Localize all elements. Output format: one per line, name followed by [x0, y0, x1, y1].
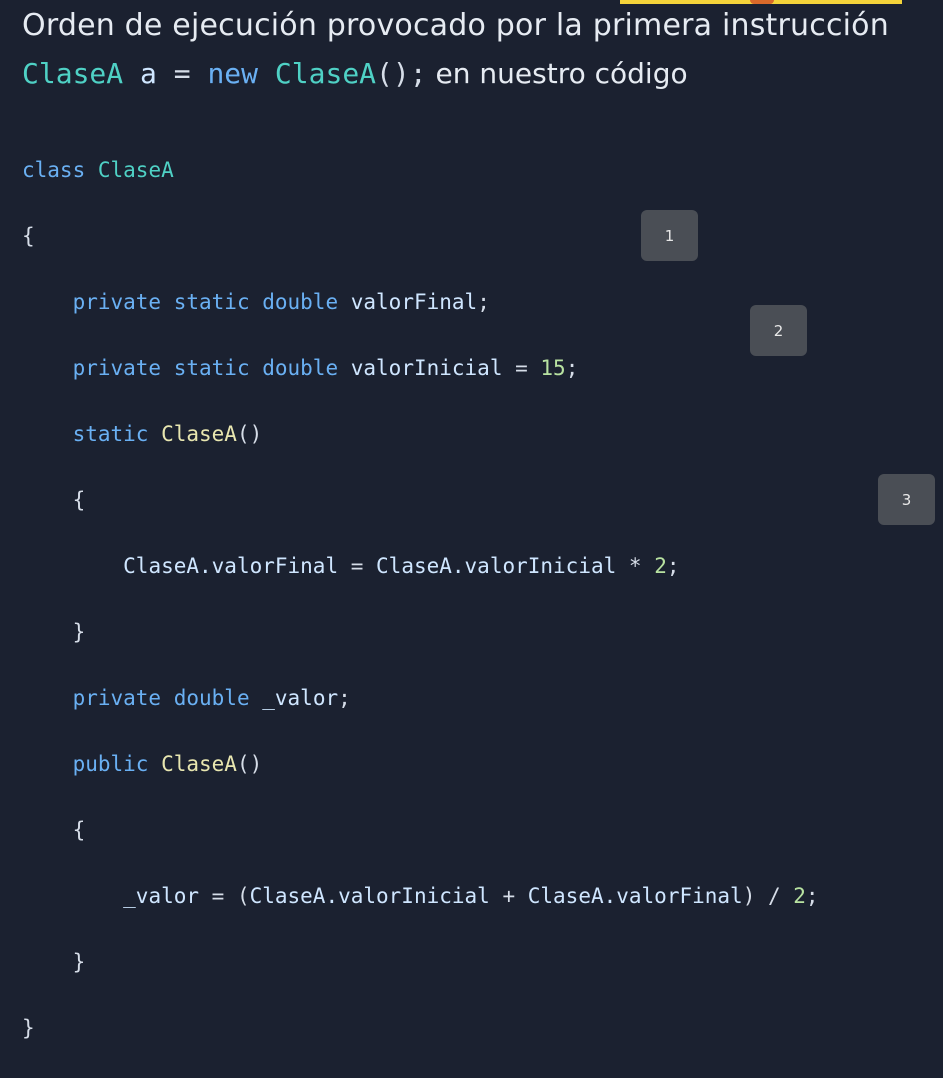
identifier: _valor [262, 686, 339, 710]
punct: ; [666, 554, 680, 578]
subtitle-code-var: a [140, 57, 157, 90]
subtitle-code-eq: = [173, 57, 191, 90]
top-image-strip [620, 0, 902, 4]
punct: ; [805, 884, 819, 908]
code-line-3: private static double valorFinal; [22, 286, 819, 319]
brace: { [72, 818, 86, 842]
code-block: class ClaseA { private static double val… [22, 121, 819, 1078]
punct: ; [338, 686, 351, 710]
code-line-7: ClaseA.valorFinal = ClaseA.valorInicial … [22, 550, 819, 583]
identifier: ClaseA.valorInicial [376, 554, 617, 578]
code-line-14: } [22, 1012, 819, 1045]
subtitle-code-type: ClaseA [22, 57, 124, 90]
code-line-4: private static double valorInicial = 15; [22, 352, 819, 385]
punct: () [236, 422, 263, 446]
number: 15 [540, 356, 566, 380]
code-line-2: { [22, 220, 819, 253]
brace: { [22, 224, 35, 248]
operator: = [338, 554, 377, 578]
step-badge-2: 2 [750, 305, 807, 356]
keyword: class [22, 158, 86, 182]
function-name: ClaseA [161, 752, 237, 776]
identifier: ClaseA.valorInicial [249, 884, 490, 908]
brace: } [22, 1016, 35, 1040]
identifier: _valor [123, 884, 200, 908]
operator: ) / [742, 884, 794, 908]
code-line-8: } [22, 616, 819, 649]
punct: ; [477, 290, 490, 314]
punct: () [236, 752, 263, 776]
operator: * [616, 554, 655, 578]
operator: + [489, 884, 528, 908]
code-line-13: } [22, 946, 819, 979]
step-badge-3: 3 [878, 474, 935, 525]
number: 2 [654, 554, 667, 578]
keyword: private double [72, 686, 250, 710]
code-line-5: static ClaseA() [22, 418, 819, 451]
class-name: ClaseA [97, 158, 174, 182]
operator: = [502, 356, 541, 380]
identifier: valorFinal [350, 290, 478, 314]
number: 2 [793, 884, 806, 908]
image-fragment [750, 0, 774, 4]
code-line-10: public ClaseA() [22, 748, 819, 781]
code-line-6: { [22, 484, 819, 517]
subtitle-text: en nuestro código [435, 57, 688, 90]
code-line-9: private double _valor; [22, 682, 819, 715]
brace: } [72, 620, 86, 644]
identifier: ClaseA.valorFinal [527, 884, 743, 908]
brace: { [72, 488, 86, 512]
punct: ; [565, 356, 579, 380]
subtitle-code-ctor: ClaseA [274, 57, 377, 90]
brace: } [72, 950, 86, 974]
identifier: ClaseA.valorFinal [123, 554, 339, 578]
operator: = ( [199, 884, 250, 908]
function-name: ClaseA [161, 422, 237, 446]
subtitle-code-paren: (); [376, 57, 427, 90]
code-line-11: { [22, 814, 819, 847]
code-line-12: _valor = (ClaseA.valorInicial + ClaseA.v… [22, 880, 819, 913]
slide-title: Orden de ejecución provocado por la prim… [22, 8, 889, 43]
keyword: private static double [72, 290, 339, 314]
keyword: private static double [72, 356, 339, 380]
keyword: static [72, 422, 149, 446]
code-line-1: class ClaseA [22, 154, 819, 187]
subtitle-code-new: new [207, 57, 259, 90]
slide-subtitle: ClaseA a = new ClaseA(); en nuestro códi… [22, 57, 688, 90]
identifier: valorInicial [350, 356, 503, 380]
step-badge-1: 1 [641, 210, 698, 261]
keyword: public [72, 752, 149, 776]
